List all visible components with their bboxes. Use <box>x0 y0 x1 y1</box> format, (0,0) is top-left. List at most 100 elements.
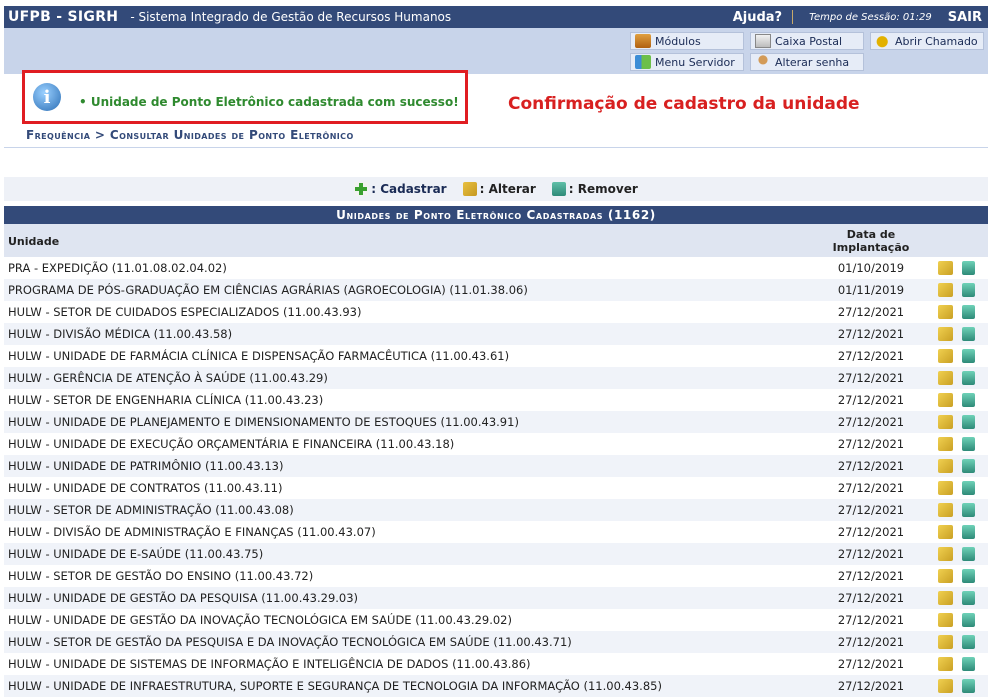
table-row: HULW - UNIDADE DE FARMÁCIA CLÍNICA E DIS… <box>4 345 988 367</box>
table-row: HULW - UNIDADE DE INFRAESTRUTURA, SUPORT… <box>4 675 988 697</box>
modules-icon <box>635 34 651 48</box>
trash-icon[interactable] <box>962 327 975 341</box>
table-row: HULW - UNIDADE DE CONTRATOS (11.00.43.11… <box>4 477 988 499</box>
row-actions <box>938 283 975 297</box>
edit-icon[interactable] <box>938 371 953 385</box>
edit-icon[interactable] <box>938 657 953 671</box>
trash-icon[interactable] <box>962 613 975 627</box>
edit-icon[interactable] <box>938 635 953 649</box>
trash-icon[interactable] <box>962 371 975 385</box>
implantation-date: 27/12/2021 <box>837 635 905 649</box>
trash-icon[interactable] <box>962 635 975 649</box>
server-menu-button[interactable]: Menu Servidor <box>630 53 744 71</box>
trash-icon[interactable] <box>962 591 975 605</box>
edit-icon[interactable] <box>938 283 953 297</box>
info-icon: i <box>33 83 61 111</box>
unit-name: HULW - SETOR DE ADMINISTRAÇÃO (11.00.43.… <box>8 503 294 517</box>
change-password-button[interactable]: Alterar senha <box>750 53 864 71</box>
edit-icon[interactable] <box>938 305 953 319</box>
edit-icon[interactable] <box>938 415 953 429</box>
trash-icon[interactable] <box>962 305 975 319</box>
system-name: - Sistema Integrado de Gestão de Recurso… <box>130 10 452 24</box>
edit-icon[interactable] <box>938 393 953 407</box>
password-icon <box>755 55 771 69</box>
edit-icon[interactable] <box>938 613 953 627</box>
unit-name: PROGRAMA DE PÓS-GRADUAÇÃO EM CIÊNCIAS AG… <box>8 283 528 297</box>
unit-name: HULW - DIVISÃO DE ADMINISTRAÇÃO E FINANÇ… <box>8 525 376 539</box>
implantation-date: 27/12/2021 <box>837 591 905 605</box>
logout-link[interactable]: SAIR <box>948 10 988 25</box>
trash-icon[interactable] <box>962 481 975 495</box>
implantation-date: 27/12/2021 <box>837 657 905 671</box>
trash-icon[interactable] <box>962 459 975 473</box>
table-row: HULW - UNIDADE DE GESTÃO DA PESQUISA (11… <box>4 587 988 609</box>
trash-icon[interactable] <box>962 679 975 693</box>
table-row: HULW - DIVISÃO MÉDICA (11.00.43.58) 27/12… <box>4 323 988 345</box>
edit-icon[interactable] <box>938 503 953 517</box>
table-row: PRA - EXPEDIÇÃO (11.01.08.02.04.02) 01/10… <box>4 257 988 279</box>
edit-icon[interactable] <box>938 679 953 693</box>
trash-icon[interactable] <box>962 657 975 671</box>
mailbox-button[interactable]: Caixa Postal <box>750 32 864 50</box>
trash-icon[interactable] <box>962 437 975 451</box>
table-row: HULW - UNIDADE DE SISTEMAS DE INFORMAÇÃO… <box>4 653 988 675</box>
unit-name: HULW - GERÊNCIA DE ATENÇÃO À SAÚDE (11.0… <box>8 371 328 385</box>
trash-icon[interactable] <box>962 503 975 517</box>
implantation-date: 27/12/2021 <box>837 459 905 473</box>
trash-icon[interactable] <box>962 547 975 561</box>
remove-label: : Remover <box>568 182 638 196</box>
edit-icon[interactable] <box>938 591 953 605</box>
edit-legend: : Alterar <box>462 182 536 196</box>
breadcrumb: Frequência > Consultar Unidades de Ponto… <box>4 128 988 148</box>
row-actions <box>938 349 975 363</box>
row-actions <box>938 305 975 319</box>
edit-icon[interactable] <box>938 437 953 451</box>
edit-icon[interactable] <box>938 327 953 341</box>
table-body: PRA - EXPEDIÇÃO (11.01.08.02.04.02) 01/10… <box>4 257 988 697</box>
edit-icon[interactable] <box>938 525 953 539</box>
edit-icon[interactable] <box>938 569 953 583</box>
row-actions <box>938 371 975 385</box>
top-bar-right: Ajuda? Tempo de Sessão: 01:29 SAIR <box>733 10 988 25</box>
edit-icon[interactable] <box>938 349 953 363</box>
trash-icon[interactable] <box>962 525 975 539</box>
open-ticket-button[interactable]: Abrir Chamado <box>870 32 984 50</box>
edit-icon[interactable] <box>938 459 953 473</box>
implantation-date: 27/12/2021 <box>837 503 905 517</box>
modules-button[interactable]: Módulos <box>630 32 744 50</box>
trash-icon[interactable] <box>962 283 975 297</box>
change-password-label: Alterar senha <box>775 55 850 69</box>
row-actions <box>938 525 975 539</box>
table-row: HULW - UNIDADE DE PLANEJAMENTO E DIMENSI… <box>4 411 988 433</box>
row-actions <box>938 569 975 583</box>
edit-icon <box>462 182 477 196</box>
implantation-date: 27/12/2021 <box>837 525 905 539</box>
table-row: HULW - SETOR DE ENGENHARIA CLÍNICA (11.0… <box>4 389 988 411</box>
unit-name: HULW - UNIDADE DE E-SAÚDE (11.00.43.75) <box>8 547 264 561</box>
unit-name: HULW - DIVISÃO MÉDICA (11.00.43.58) <box>8 327 233 341</box>
unit-name: HULW - UNIDADE DE PATRIMÔNIO (11.00.43.1… <box>8 459 284 473</box>
column-date-line1: Data de <box>846 228 896 241</box>
trash-icon[interactable] <box>962 349 975 363</box>
modules-label: Módulos <box>655 34 701 48</box>
trash-icon[interactable] <box>962 415 975 429</box>
trash-icon[interactable] <box>962 569 975 583</box>
table-row: HULW - UNIDADE DE E-SAÚDE (11.00.43.75) 2… <box>4 543 988 565</box>
server-menu-label: Menu Servidor <box>655 55 735 69</box>
add-unit-action[interactable]: : Cadastrar <box>354 182 447 196</box>
edit-icon[interactable] <box>938 261 953 275</box>
implantation-date: 01/10/2019 <box>837 261 905 275</box>
edit-icon[interactable] <box>938 481 953 495</box>
trash-icon[interactable] <box>962 393 975 407</box>
table-row: HULW - UNIDADE DE PATRIMÔNIO (11.00.43.1… <box>4 455 988 477</box>
add-label: : Cadastrar <box>371 182 447 196</box>
implantation-date: 27/12/2021 <box>837 327 905 341</box>
edit-icon[interactable] <box>938 547 953 561</box>
row-actions <box>938 459 975 473</box>
remove-legend: : Remover <box>551 182 638 196</box>
unit-name: HULW - UNIDADE DE GESTÃO DA INOVAÇÃO TEC… <box>8 613 512 627</box>
help-link[interactable]: Ajuda? <box>733 10 792 25</box>
trash-icon[interactable] <box>962 261 975 275</box>
actions-legend: : Cadastrar : Alterar : Remover <box>4 177 988 201</box>
row-actions <box>938 503 975 517</box>
